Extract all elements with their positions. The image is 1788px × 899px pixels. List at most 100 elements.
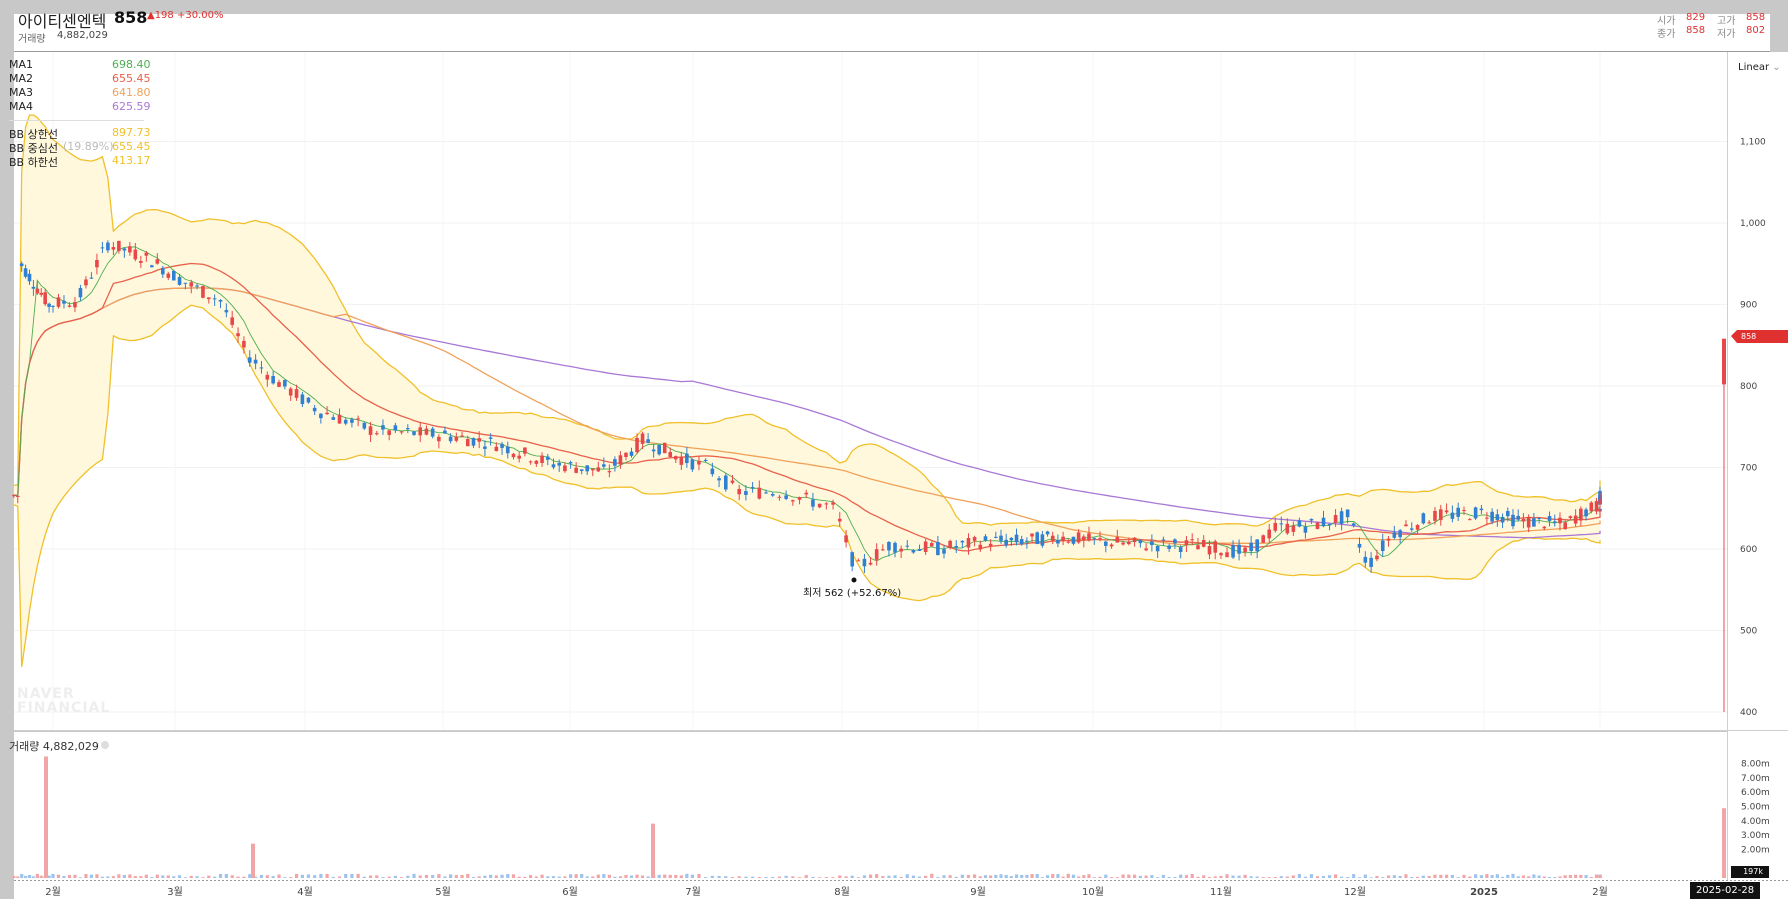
candle-body xyxy=(1404,524,1408,527)
candle-body xyxy=(1303,526,1308,533)
volume-bar xyxy=(1161,874,1165,878)
candle-body xyxy=(690,459,695,470)
volume-bar xyxy=(1077,876,1081,878)
candle-body xyxy=(1161,539,1166,541)
volume-bar xyxy=(1045,875,1050,878)
volume-bar xyxy=(1363,874,1367,878)
axis-pane-bg xyxy=(1727,52,1788,880)
legend-bb-mid: BB 중심선 (19.89%) 655.45 xyxy=(9,140,151,155)
volume-bar xyxy=(1267,877,1271,878)
volume-bar xyxy=(1542,876,1546,878)
volume-bar xyxy=(1285,876,1289,878)
close-icon[interactable] xyxy=(101,741,109,749)
candle-body xyxy=(1040,534,1045,546)
volume-bar xyxy=(591,876,595,878)
candle-body xyxy=(1456,507,1460,517)
volume-bar xyxy=(412,873,416,878)
volume-bar xyxy=(344,873,348,878)
time-tick-label: 6월 xyxy=(562,886,578,898)
volume-bar xyxy=(838,875,842,878)
volume-bar xyxy=(1558,876,1562,878)
candle-body xyxy=(288,388,293,396)
candle-body xyxy=(319,413,323,419)
volume-spike-bar xyxy=(44,756,48,878)
volume-bar xyxy=(930,873,934,878)
volume-bar xyxy=(500,874,504,878)
candle-body xyxy=(999,535,1003,541)
volume-bar xyxy=(144,874,148,878)
candle-body xyxy=(1321,517,1326,527)
candle-body xyxy=(230,317,234,325)
current-volume-tag: 197k xyxy=(1731,866,1769,878)
candle-body xyxy=(144,252,149,256)
volume-bar xyxy=(1173,877,1177,878)
candle-body xyxy=(1231,545,1235,558)
candle-body xyxy=(574,467,578,473)
scale-dropdown[interactable]: Linear ⌄ xyxy=(1738,62,1781,73)
candle-body xyxy=(717,478,721,481)
candle-body xyxy=(1584,509,1588,517)
candle-body xyxy=(640,433,645,444)
candle-body xyxy=(337,414,342,424)
candle-body xyxy=(1213,541,1218,553)
candle-body xyxy=(1115,536,1120,543)
volume-bar xyxy=(534,876,538,878)
candle-body xyxy=(1196,545,1200,550)
volume-bar xyxy=(319,873,323,878)
volume-bar xyxy=(917,876,922,878)
candle-body xyxy=(1526,516,1531,528)
candle-body xyxy=(51,305,55,307)
candle-body xyxy=(1450,512,1455,519)
volume-bar xyxy=(1568,874,1573,878)
volume-bar xyxy=(368,875,373,878)
candle-body xyxy=(1173,539,1177,544)
candle-body xyxy=(1087,533,1091,541)
volume-bar xyxy=(236,876,240,878)
candle-body xyxy=(579,469,584,472)
volume-bar xyxy=(89,874,94,878)
volume-bar xyxy=(704,877,708,878)
candle-body xyxy=(1333,515,1338,523)
volume-bar xyxy=(737,876,741,878)
legend-ma2-name: MA2 xyxy=(9,72,34,85)
candle-body xyxy=(1132,537,1137,543)
volume-bar xyxy=(248,874,252,878)
volume-bar xyxy=(350,873,354,878)
volume-bar xyxy=(1092,877,1096,878)
candle-body xyxy=(737,488,741,495)
volume-bar xyxy=(31,876,36,878)
candle-body xyxy=(954,546,959,548)
candle-body xyxy=(1500,516,1505,523)
legend-separator xyxy=(9,120,144,121)
volume-bar xyxy=(1404,874,1408,878)
volume-bar xyxy=(791,876,795,878)
volume-bar xyxy=(1521,875,1526,878)
volume-bar xyxy=(540,874,544,878)
volume-bar xyxy=(489,874,493,878)
volume-bar xyxy=(1490,875,1494,878)
candle-body xyxy=(517,455,521,459)
candle-body xyxy=(1155,545,1160,552)
candle-body xyxy=(306,397,311,403)
volume-bar xyxy=(1547,876,1552,878)
price-chart[interactable]: 400 500 600 700 800 900 1,000 1,100 2.00m 3.00m 4.… xyxy=(0,0,1788,899)
time-tick-label: 12월 xyxy=(1344,886,1366,898)
candle-body xyxy=(505,446,510,454)
candle-body xyxy=(1490,511,1494,522)
candle-body xyxy=(35,288,40,294)
candle-body xyxy=(911,549,916,553)
candle-body xyxy=(1267,529,1272,539)
candle-body xyxy=(300,394,305,404)
candle-body xyxy=(1243,547,1247,553)
candle-body xyxy=(437,436,441,442)
volume-bar xyxy=(289,877,293,878)
volume-bar xyxy=(1273,876,1277,878)
volume-bar xyxy=(400,877,404,878)
candle-body xyxy=(1558,517,1562,524)
candle-body xyxy=(1363,556,1368,563)
volume-bar xyxy=(797,877,802,878)
candle-body xyxy=(1398,530,1402,538)
volume-bar xyxy=(1516,876,1520,878)
candle-body xyxy=(454,436,459,441)
candle-body xyxy=(443,430,447,434)
